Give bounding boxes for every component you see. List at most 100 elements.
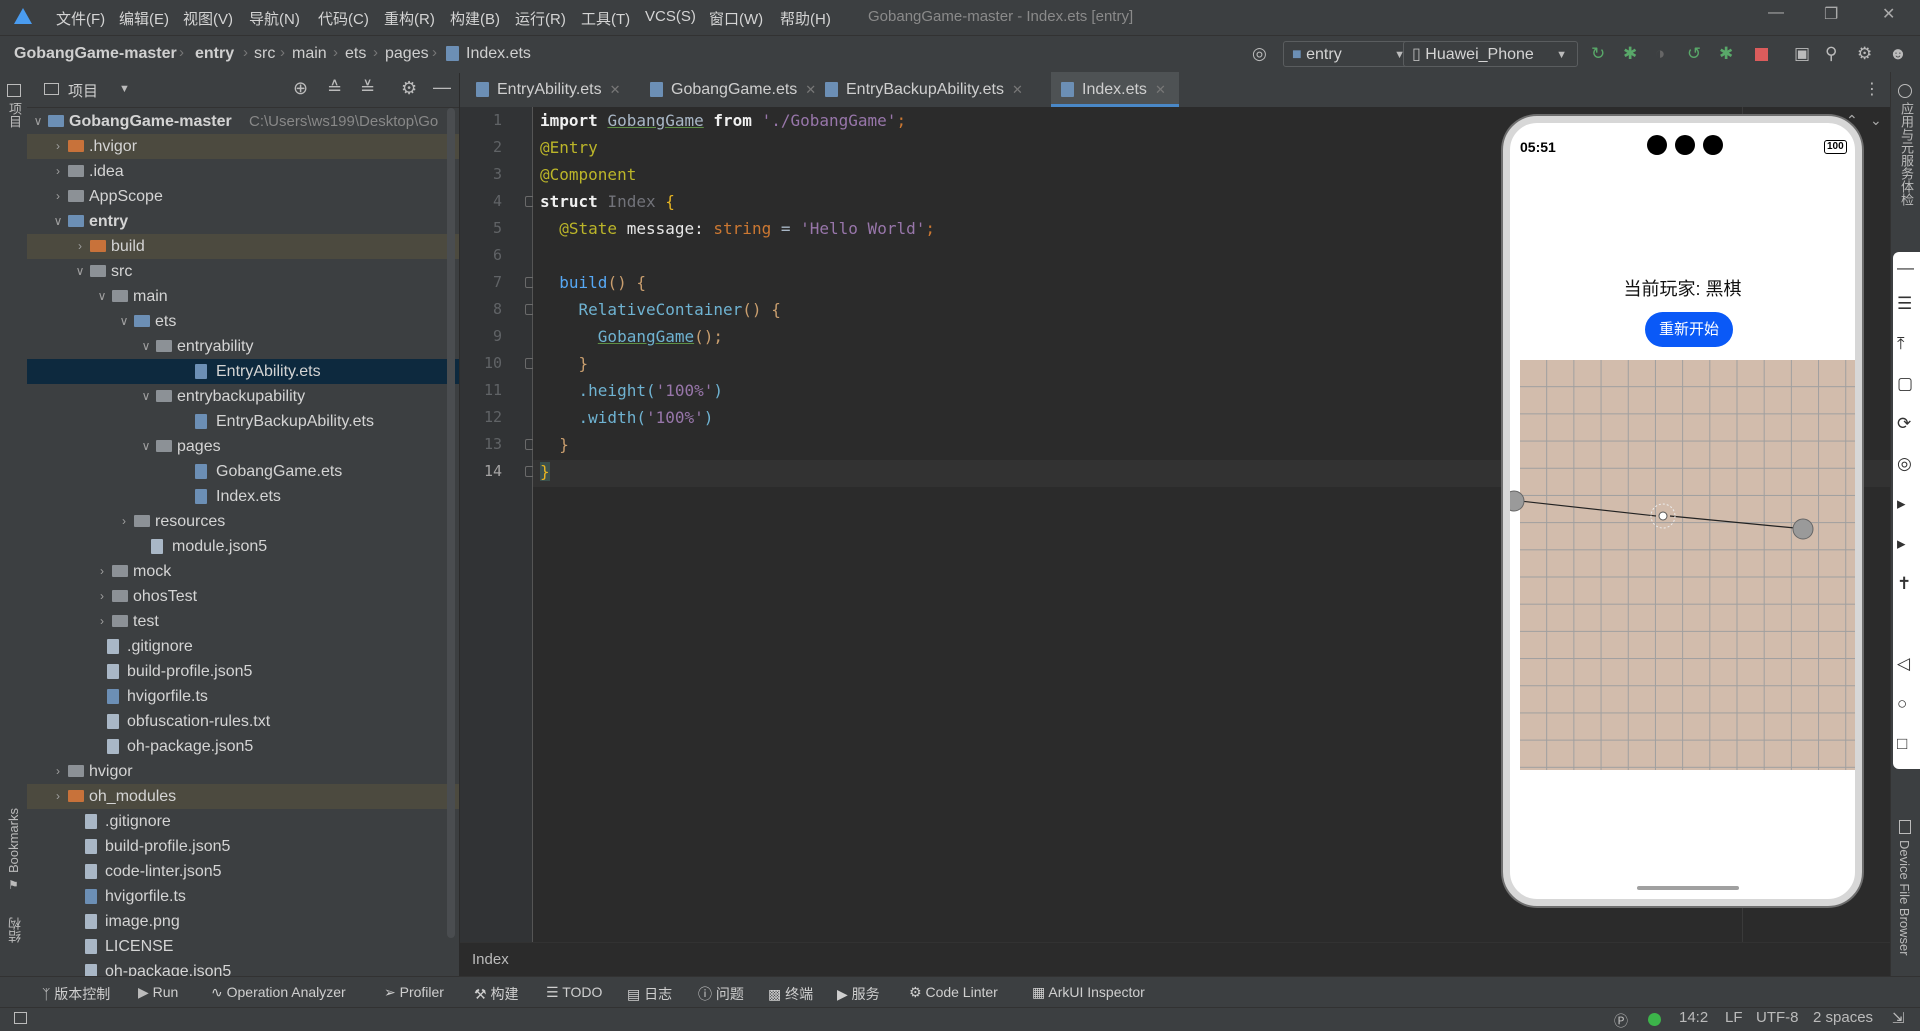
chevron-down-icon[interactable]: ∨ xyxy=(117,309,131,334)
home-icon[interactable]: ○ xyxy=(1897,694,1907,714)
chevron-right-icon[interactable]: › xyxy=(51,759,65,784)
breadcrumb-ets[interactable]: ets xyxy=(345,45,366,63)
tool-build[interactable]: ⚒ 构建 xyxy=(474,984,518,1004)
apply-changes-icon[interactable]: ↺ xyxy=(1687,44,1701,64)
menu-edit[interactable]: 编辑(E) xyxy=(119,8,169,29)
menu-help[interactable]: 帮助(H) xyxy=(780,8,831,29)
line-separator[interactable]: LF xyxy=(1725,1009,1743,1026)
volume-down-icon[interactable]: ▸ xyxy=(1897,534,1906,554)
gesture-icon[interactable]: ✝ xyxy=(1897,574,1911,594)
device-dropdown[interactable]: ▯ Huawei_Phone ▼ xyxy=(1403,41,1578,67)
tree-row[interactable]: build-profile.json5 xyxy=(27,659,459,684)
tool-operation-analyzer[interactable]: ∿ Operation Analyzer xyxy=(211,984,346,1001)
tree-row[interactable]: code-linter.json5 xyxy=(27,859,459,884)
chevron-down-icon[interactable]: ∨ xyxy=(95,284,109,309)
tree-row[interactable]: › test xyxy=(27,609,459,634)
tool-terminal[interactable]: ▩ 终端 xyxy=(768,984,813,1004)
project-tool-button[interactable]: 项目 xyxy=(5,102,24,128)
codecheck-icon[interactable]: Ⓟ xyxy=(1614,1011,1628,1031)
restore-icon[interactable]: ❐ xyxy=(1824,4,1838,24)
caret-position[interactable]: 14:2 xyxy=(1679,1009,1708,1026)
chevron-right-icon[interactable]: › xyxy=(117,509,131,534)
tree-row[interactable]: oh-package.json5 xyxy=(27,734,459,759)
editor-breadcrumb-item[interactable]: Index xyxy=(472,951,509,968)
tool-arkui-inspector[interactable]: ▦ ArkUI Inspector xyxy=(1032,984,1145,1001)
account-icon[interactable]: ☻ xyxy=(1889,44,1907,64)
settings-icon[interactable]: ⚙ xyxy=(1857,44,1872,64)
tree-row[interactable]: ∨ ets xyxy=(27,309,459,334)
chevron-right-icon[interactable]: › xyxy=(95,559,109,584)
tree-row[interactable]: .gitignore xyxy=(27,809,459,834)
tree-row[interactable]: Index.ets xyxy=(27,484,459,509)
project-view-title[interactable]: 项目 xyxy=(68,80,98,101)
chevron-down-icon[interactable]: ∨ xyxy=(31,109,45,134)
volume-up-icon[interactable]: ▸ xyxy=(1897,494,1906,514)
menu-build[interactable]: 构建(B) xyxy=(450,8,500,29)
toggle-tool-windows-icon[interactable] xyxy=(14,1012,27,1024)
back-icon[interactable]: ◁ xyxy=(1897,654,1910,674)
indent-setting[interactable]: 2 spaces xyxy=(1813,1009,1873,1026)
tree-row[interactable]: › oh_modules xyxy=(27,784,459,809)
menu-window[interactable]: 窗口(W) xyxy=(709,8,763,29)
breadcrumb-project[interactable]: GobangGame-master xyxy=(14,45,177,63)
home-indicator[interactable] xyxy=(1637,886,1739,890)
tree-row[interactable]: ∨ entry xyxy=(27,209,459,234)
tree-row[interactable]: EntryBackupAbility.ets xyxy=(27,409,459,434)
chevron-down-icon[interactable]: ∨ xyxy=(139,434,153,459)
tree-row[interactable]: image.png xyxy=(27,909,459,934)
profile-icon[interactable]: ✱ xyxy=(1719,44,1733,64)
tree-row[interactable]: ∨ src xyxy=(27,259,459,284)
tree-row[interactable]: LICENSE xyxy=(27,934,459,959)
structure-tool-button[interactable]: 结构 xyxy=(6,917,25,943)
chevron-right-icon[interactable]: › xyxy=(51,784,65,809)
bookmarks-tool-button[interactable]: Bookmarks xyxy=(6,808,21,873)
tree-row[interactable]: › .hvigor xyxy=(27,134,459,159)
tree-row[interactable]: › ohosTest xyxy=(27,584,459,609)
tree-row[interactable]: › .idea xyxy=(27,159,459,184)
breadcrumb-pages[interactable]: pages xyxy=(385,45,429,63)
stop-icon[interactable] xyxy=(1755,48,1768,61)
tree-row[interactable]: ∨ entryability xyxy=(27,334,459,359)
close-tab-icon[interactable]: ✕ xyxy=(1012,82,1023,97)
lock-icon[interactable]: ⇲ xyxy=(1892,1009,1905,1027)
tree-row[interactable]: › hvigor xyxy=(27,759,459,784)
tree-row[interactable]: oh-package.json5 xyxy=(27,959,459,977)
pin-top-icon[interactable]: ⤒ xyxy=(1897,334,1905,354)
chevron-down-icon[interactable]: ⌄ xyxy=(1870,112,1882,129)
tree-row[interactable]: › resources xyxy=(27,509,459,534)
menu-navigate[interactable]: 导航(N) xyxy=(249,8,300,29)
tab-gobanggame[interactable]: GobangGame.ets ✕ xyxy=(640,72,816,107)
run-config-dropdown[interactable]: ■ entry ▼ xyxy=(1283,41,1416,67)
menu-refactor[interactable]: 重构(R) xyxy=(384,8,435,29)
locate-file-icon[interactable]: ⊕ xyxy=(293,78,308,99)
tree-row[interactable]: obfuscation-rules.txt xyxy=(27,709,459,734)
expand-all-icon[interactable]: ≙ xyxy=(327,78,342,99)
chevron-down-icon[interactable]: ∨ xyxy=(73,259,87,284)
rerun-icon[interactable]: ↻ xyxy=(1591,44,1605,64)
target-icon[interactable]: ◎ xyxy=(1252,44,1267,64)
chevron-right-icon[interactable]: › xyxy=(73,234,87,259)
tool-services[interactable]: ▶ 服务 xyxy=(837,984,880,1004)
tree-row[interactable]: ∨ entrybackupability xyxy=(27,384,459,409)
app-checkup-tool-button[interactable]: 应用与元服务体检 xyxy=(1897,102,1916,206)
breadcrumb-module[interactable]: entry xyxy=(195,45,234,63)
chevron-right-icon[interactable]: › xyxy=(51,134,65,159)
tab-entryability[interactable]: EntryAbility.ets ✕ xyxy=(466,72,636,107)
rotate-icon[interactable]: ⟳ xyxy=(1897,414,1911,434)
menu-file[interactable]: 文件(F) xyxy=(56,8,105,29)
menu-icon[interactable]: ☰ xyxy=(1897,294,1912,314)
minimize-icon[interactable]: — xyxy=(1768,4,1784,22)
menu-code[interactable]: 代码(C) xyxy=(318,8,369,29)
tab-index[interactable]: Index.ets ✕ xyxy=(1051,72,1179,107)
tree-row[interactable]: module.json5 xyxy=(27,534,459,559)
close-icon[interactable]: ✕ xyxy=(1882,4,1895,24)
tree-row-selected[interactable]: EntryAbility.ets xyxy=(27,359,459,384)
gear-icon[interactable]: ⚙ xyxy=(401,78,417,99)
breadcrumb-main[interactable]: main xyxy=(292,45,327,63)
chevron-down-icon[interactable]: ∨ xyxy=(139,334,153,359)
project-scrollbar[interactable] xyxy=(447,108,455,938)
tree-row-project-root[interactable]: ∨ GobangGame-master C:\Users\ws199\Deskt… xyxy=(27,109,459,134)
search-icon[interactable]: ⚲ xyxy=(1825,44,1837,64)
tool-log[interactable]: ▤ 日志 xyxy=(627,984,672,1004)
chevron-down-icon[interactable]: ▼ xyxy=(119,83,130,95)
